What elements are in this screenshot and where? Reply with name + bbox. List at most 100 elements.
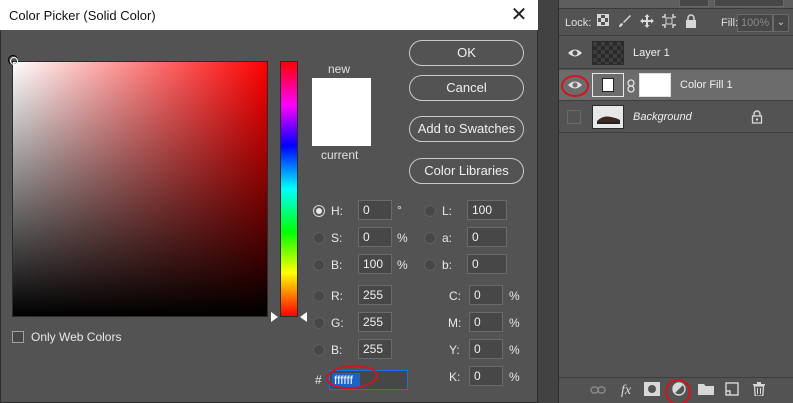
hex-value-selected[interactable]: ffffff <box>332 373 360 387</box>
mask-icon[interactable] <box>643 382 661 400</box>
fill-layer-thumbnail[interactable] <box>592 73 624 97</box>
brightness-input[interactable]: 100 <box>358 254 392 274</box>
only-web-colors-label: Only Web Colors <box>31 330 122 344</box>
layers-bottom-toolbar: fx <box>559 377 793 403</box>
hue-input[interactable]: 0 <box>358 200 392 220</box>
link-icon[interactable] <box>589 382 607 400</box>
new-color-swatch <box>312 78 371 112</box>
lightness-label: L: <box>442 204 453 218</box>
magenta-label: M: <box>448 316 462 330</box>
lock-transparent-pixels-icon[interactable] <box>595 14 611 30</box>
opacity-control-edge[interactable] <box>714 0 784 7</box>
cyan-label: C: <box>449 289 461 303</box>
brightness-unit: % <box>397 258 408 272</box>
chevron-down-icon[interactable]: ⌄ <box>773 14 789 32</box>
dialog-titlebar: Color Picker (Solid Color) ✕ <box>0 0 538 30</box>
hue-slider[interactable] <box>280 61 298 317</box>
a-channel-input[interactable]: 0 <box>467 227 507 247</box>
lock-position-icon[interactable] <box>639 14 655 30</box>
layer-name[interactable]: Color Fill 1 <box>680 79 733 91</box>
cyan-unit: % <box>509 289 520 303</box>
fill-label: Fill: <box>721 17 739 29</box>
black-input[interactable]: 0 <box>469 366 503 386</box>
magenta-input[interactable]: 0 <box>469 312 503 332</box>
radio-hue[interactable] <box>313 205 325 217</box>
hue-label: H: <box>331 204 343 218</box>
only-web-colors-checkbox[interactable] <box>12 331 24 343</box>
layer-name[interactable]: Background <box>633 111 692 123</box>
yellow-unit: % <box>509 343 520 357</box>
black-unit: % <box>509 370 520 384</box>
chain-link-icon[interactable] <box>626 79 636 93</box>
layer-mask-thumbnail[interactable] <box>639 73 671 97</box>
lock-image-pixels-icon[interactable] <box>617 14 633 30</box>
radio-blue[interactable] <box>313 344 325 356</box>
eye-icon[interactable] <box>567 78 583 92</box>
radio-red[interactable] <box>313 290 325 302</box>
radio-lightness[interactable] <box>424 205 436 217</box>
dialog-title: Color Picker (Solid Color) <box>9 8 156 23</box>
lock-label: Lock: <box>565 17 592 29</box>
current-label: current <box>321 148 359 162</box>
cancel-button[interactable]: Cancel <box>409 75 524 101</box>
lock-icon <box>751 110 765 124</box>
panel-gap <box>538 0 558 403</box>
trash-icon[interactable] <box>750 382 768 400</box>
blue-label: B: <box>331 343 343 357</box>
saturation-label: S: <box>331 231 343 245</box>
background-thumbnail <box>592 105 624 129</box>
hex-label: # <box>315 373 322 387</box>
radio-a-channel[interactable] <box>424 232 436 244</box>
b-channel-input[interactable]: 0 <box>467 254 507 274</box>
hue-unit: ° <box>397 203 402 217</box>
red-input[interactable]: 255 <box>358 285 392 305</box>
color-field-marker[interactable] <box>8 55 18 65</box>
magenta-unit: % <box>509 316 520 330</box>
blue-input[interactable]: 255 <box>358 339 392 359</box>
current-color-swatch[interactable] <box>312 112 371 146</box>
layer-name[interactable]: Layer 1 <box>633 47 670 59</box>
green-label: G: <box>331 316 344 330</box>
brightness-label: B: <box>331 258 343 272</box>
color-libraries-button[interactable]: Color Libraries <box>409 158 524 184</box>
yellow-label: Y: <box>449 343 460 357</box>
add-to-swatches-button[interactable]: Add to Swatches <box>409 116 524 142</box>
saturation-input[interactable]: 0 <box>358 227 392 247</box>
lightness-input[interactable]: 100 <box>467 200 507 220</box>
adjustment-layer-icon[interactable] <box>670 382 688 400</box>
blend-mode-dropdown-edge[interactable] <box>679 0 709 7</box>
lock-row: Lock: Fill: 100% ⌄ <box>559 10 793 36</box>
fill-input[interactable]: 100% <box>737 14 773 32</box>
radio-saturation[interactable] <box>313 232 325 244</box>
green-input[interactable]: 255 <box>358 312 392 332</box>
black-label: K: <box>449 370 461 384</box>
lock-artboard-icon[interactable] <box>661 14 677 30</box>
cyan-input[interactable]: 0 <box>469 285 503 305</box>
b-channel-label: b: <box>442 258 453 272</box>
fx-icon[interactable]: fx <box>617 382 635 400</box>
eye-icon[interactable] <box>567 46 583 60</box>
folder-icon[interactable] <box>697 382 715 400</box>
layer-row-layer-1[interactable]: Layer 1 <box>559 38 793 69</box>
new-label: new <box>328 62 351 76</box>
lock-all-icon[interactable] <box>683 14 699 30</box>
saturation-unit: % <box>397 231 408 245</box>
panel-top-strip <box>559 0 793 9</box>
radio-b-channel[interactable] <box>424 259 436 271</box>
yellow-input[interactable]: 0 <box>469 339 503 359</box>
color-picker-dialog: Color Picker (Solid Color) ✕ new current… <box>0 0 538 403</box>
hue-slider-handle-right[interactable] <box>300 312 307 322</box>
red-label: R: <box>331 289 343 303</box>
visibility-toggle-empty[interactable] <box>567 110 581 124</box>
layer-thumbnail <box>592 41 624 65</box>
a-channel-label: a: <box>442 231 453 245</box>
radio-brightness[interactable] <box>313 259 325 271</box>
new-layer-icon[interactable] <box>723 382 741 400</box>
layer-row-background[interactable]: Background <box>559 102 793 133</box>
color-field[interactable] <box>12 61 268 317</box>
ok-button[interactable]: OK <box>409 40 524 66</box>
hue-slider-handle-left[interactable] <box>271 312 278 322</box>
close-icon[interactable]: ✕ <box>507 3 531 27</box>
radio-green[interactable] <box>313 317 325 329</box>
layer-row-color-fill-1[interactable]: Color Fill 1 <box>559 70 793 101</box>
